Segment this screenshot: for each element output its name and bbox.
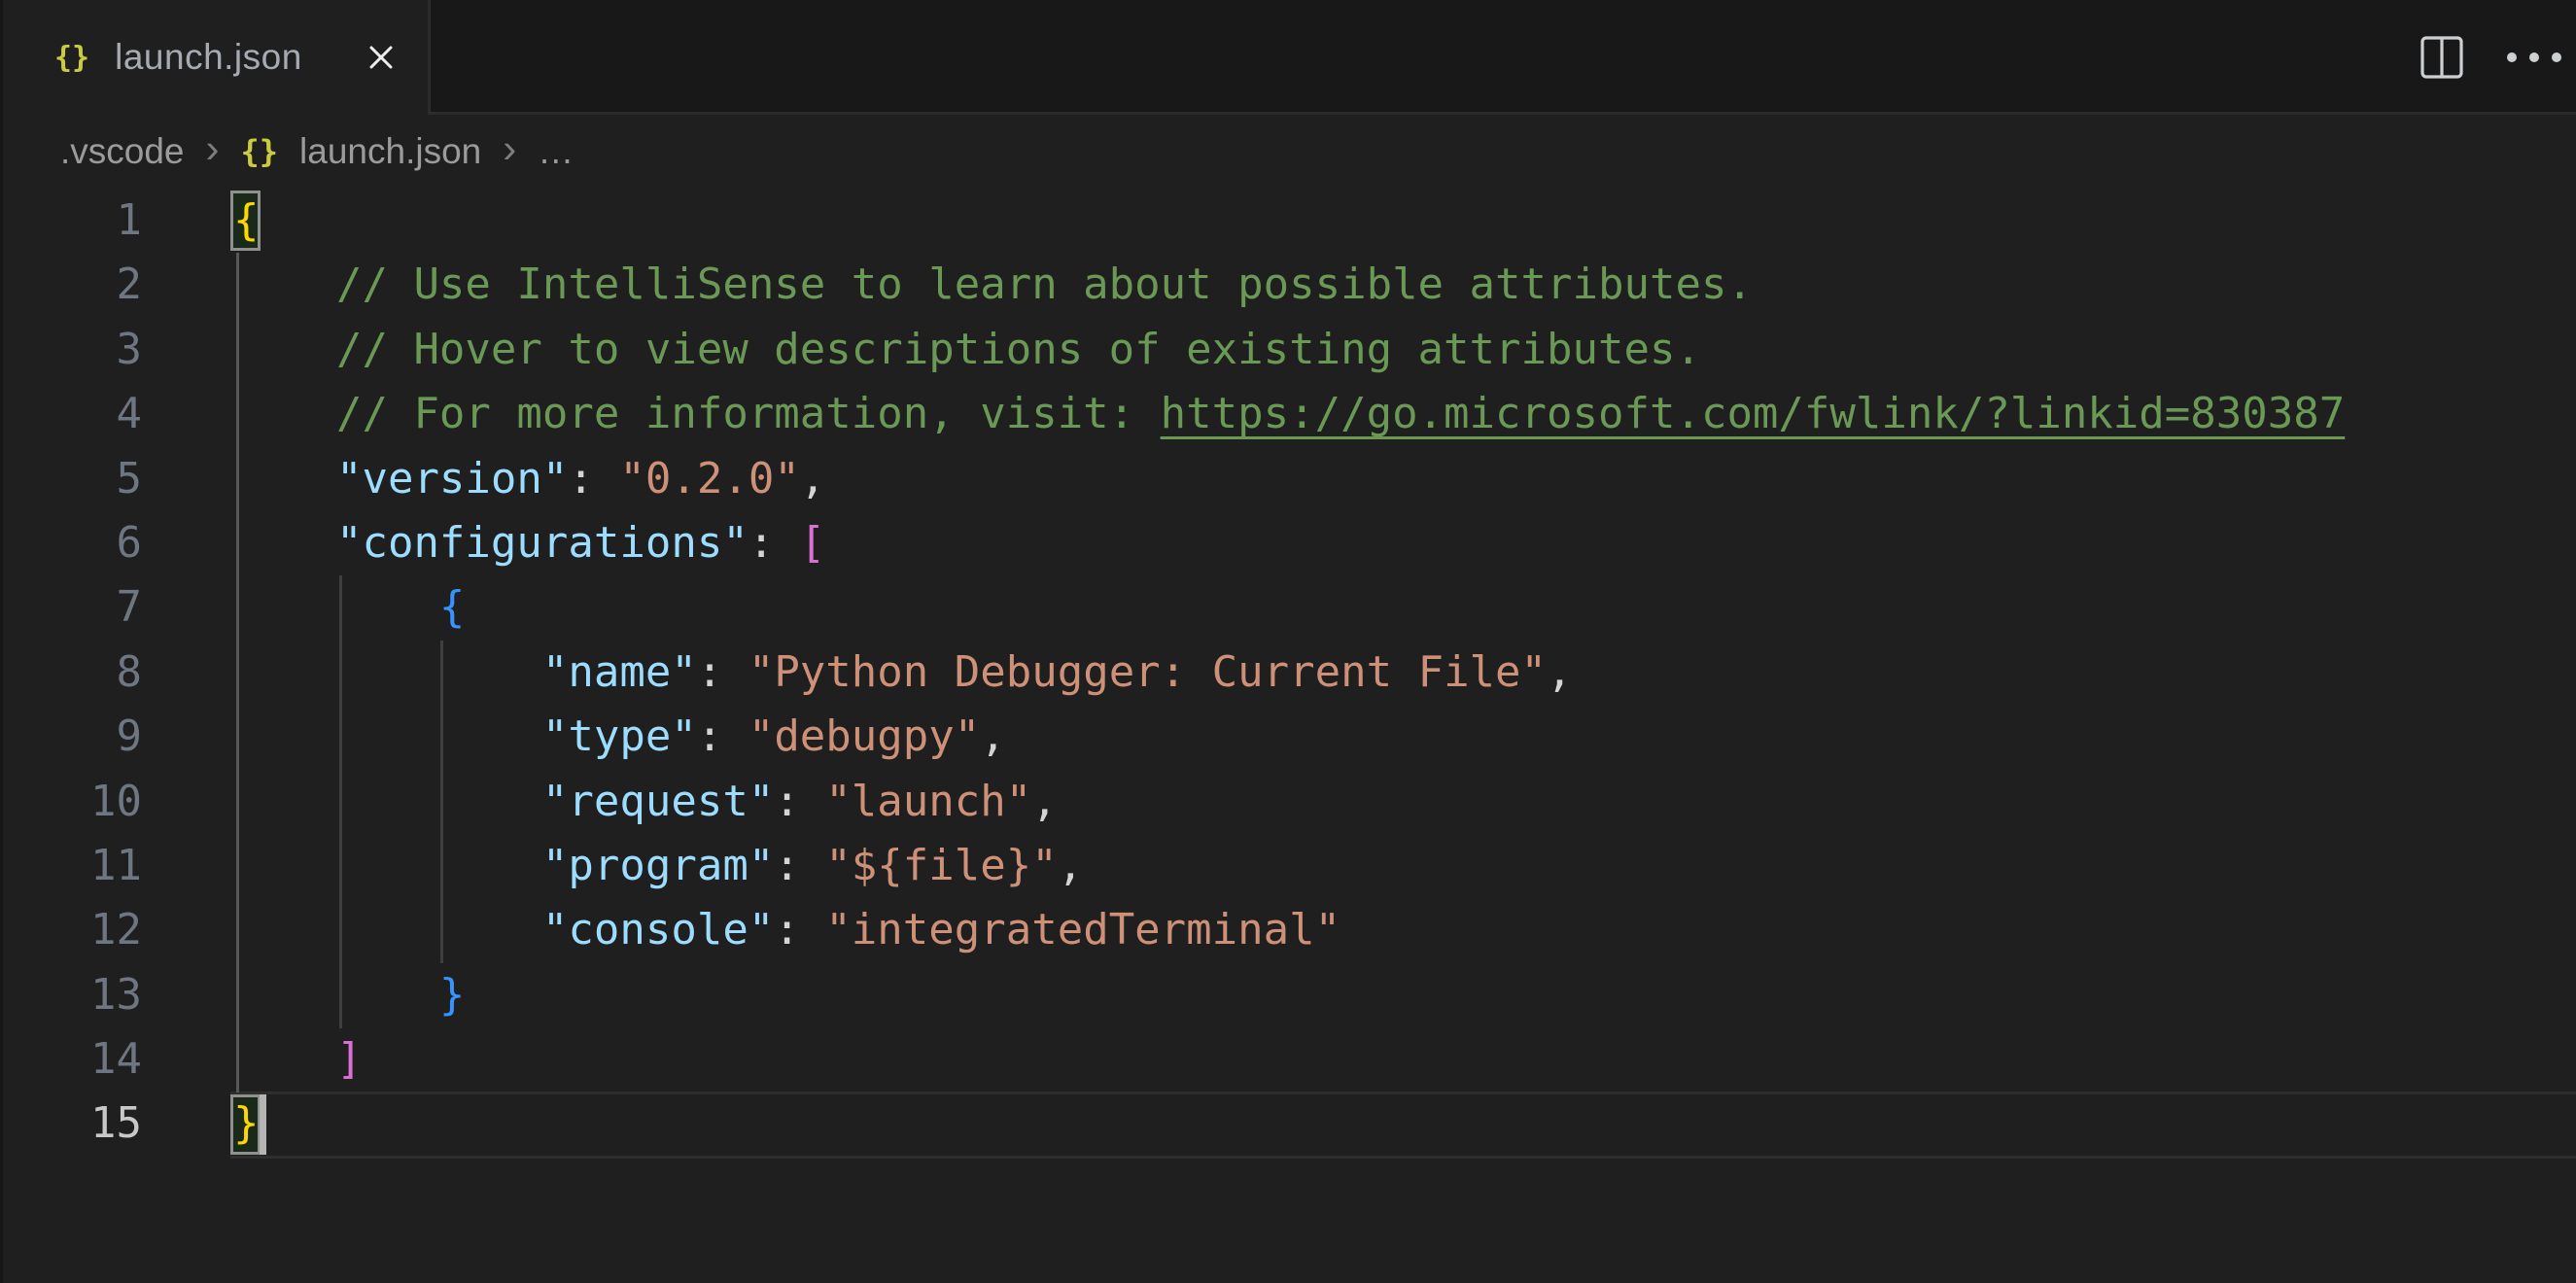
code-line-15[interactable]: 15} [0, 1092, 2576, 1156]
chevron-right-icon: › [206, 125, 220, 172]
tabbar-bottom-border [431, 112, 2576, 115]
line-number[interactable]: 4 [0, 382, 142, 446]
line-number[interactable]: 10 [0, 770, 142, 834]
code-line-11[interactable]: 11 "program": "${file}", [0, 834, 2576, 898]
line-number[interactable]: 1 [0, 189, 142, 253]
code-line-9[interactable]: 9 "type": "debugpy", [0, 705, 2576, 769]
line-number[interactable]: 5 [0, 447, 142, 511]
code-line-content: "version": "0.2.0", [233, 454, 825, 503]
line-number[interactable]: 11 [0, 834, 142, 898]
code-line-content: "configurations": [ [233, 518, 825, 568]
code-line-2[interactable]: 2 // Use IntelliSense to learn about pos… [0, 253, 2576, 317]
editor-actions [2419, 0, 2562, 115]
code-line-7[interactable]: 7 { [0, 575, 2576, 640]
code-line-10[interactable]: 10 "request": "launch", [0, 770, 2576, 834]
text-cursor [260, 1094, 266, 1155]
code-line-8[interactable]: 8 "name": "Python Debugger: Current File… [0, 641, 2576, 705]
breadcrumb: .vscode › {} launch.json › … [0, 115, 2576, 189]
line-number[interactable]: 6 [0, 511, 142, 575]
code-line-content: "name": "Python Debugger: Current File", [233, 647, 1573, 697]
code-line-6[interactable]: 6 "configurations": [ [0, 511, 2576, 575]
code-line-4[interactable]: 4 // For more information, visit: https:… [0, 382, 2576, 446]
code-line-content: } [233, 970, 465, 1020]
line-number[interactable]: 8 [0, 641, 142, 705]
code-line-13[interactable]: 13 } [0, 963, 2576, 1027]
code-line-content: { [233, 195, 260, 245]
code-line-content: } [233, 1098, 260, 1148]
code-line-content: "console": "integratedTerminal" [233, 905, 1340, 954]
close-icon[interactable] [364, 40, 399, 75]
tab-label: launch.json [115, 37, 302, 78]
tab-bar: {} launch.json [0, 0, 2576, 115]
line-number[interactable]: 2 [0, 253, 142, 317]
editor[interactable]: 1{2 // Use IntelliSense to learn about p… [0, 189, 2576, 1283]
line-number[interactable]: 9 [0, 705, 142, 769]
code-line-content: { [233, 582, 465, 632]
tab-launch-json[interactable]: {} launch.json [0, 0, 431, 115]
line-number[interactable]: 13 [0, 963, 142, 1027]
breadcrumb-item-launch-json[interactable]: launch.json [299, 131, 481, 172]
code-line-12[interactable]: 12 "console": "integratedTerminal" [0, 898, 2576, 962]
code-line-content: // Use IntelliSense to learn about possi… [233, 260, 1753, 309]
code-line-3[interactable]: 3 // Hover to view descriptions of exist… [0, 318, 2576, 382]
code-lines: 1{2 // Use IntelliSense to learn about p… [0, 189, 2576, 1157]
line-number[interactable]: 3 [0, 318, 142, 382]
code-line-content: // Hover to view descriptions of existin… [233, 325, 1701, 374]
code-line-content: "type": "debugpy", [233, 711, 1006, 761]
code-line-content: "program": "${file}", [233, 841, 1083, 890]
chevron-right-icon: › [503, 125, 516, 172]
line-number[interactable]: 7 [0, 575, 142, 640]
code-line-content: "request": "launch", [233, 777, 1058, 826]
json-file-icon: {} [54, 41, 89, 75]
code-line-14[interactable]: 14 ] [0, 1027, 2576, 1092]
breadcrumb-item-vscode[interactable]: .vscode [60, 131, 185, 172]
line-number[interactable]: 15 [0, 1092, 142, 1156]
line-number[interactable]: 12 [0, 898, 142, 962]
code-line-1[interactable]: 1{ [0, 189, 2576, 253]
code-line-5[interactable]: 5 "version": "0.2.0", [0, 447, 2576, 511]
breadcrumb-item-symbol-path[interactable]: … [538, 131, 574, 172]
split-editor-icon[interactable] [2419, 34, 2465, 81]
code-line-content: ] [233, 1034, 362, 1084]
line-number[interactable]: 14 [0, 1027, 142, 1092]
code-line-content: // For more information, visit: https://… [233, 389, 2345, 438]
json-file-icon: {} [241, 133, 279, 170]
more-actions-icon[interactable] [2506, 51, 2562, 64]
